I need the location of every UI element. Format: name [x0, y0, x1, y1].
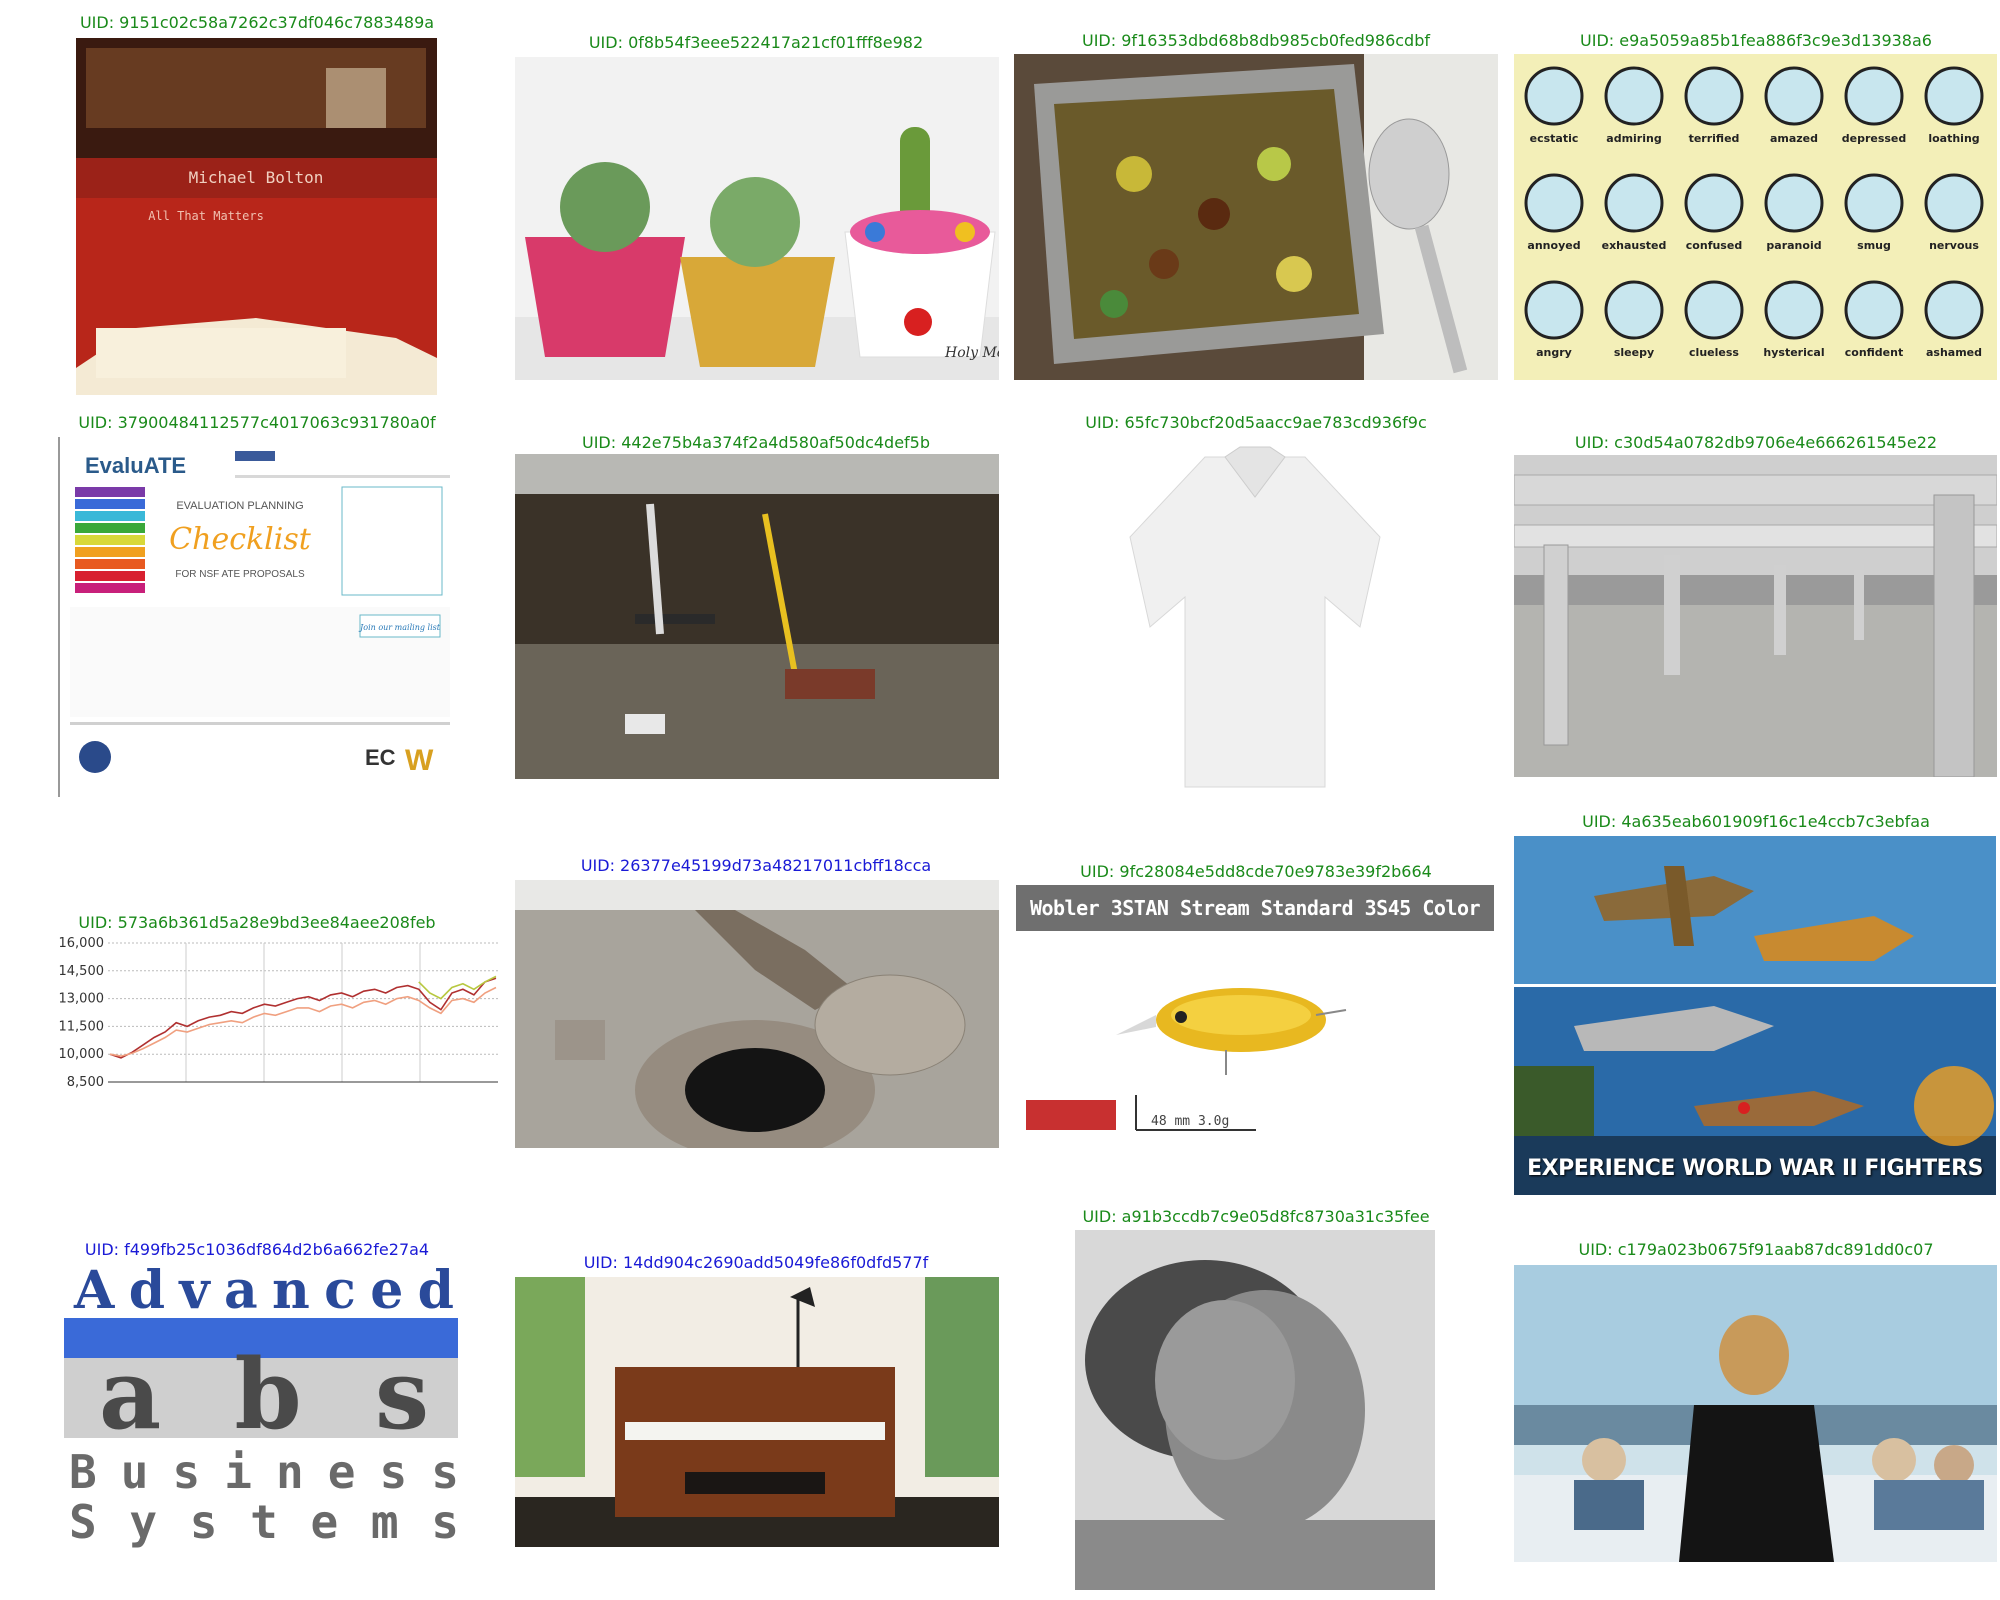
emotion-faces-image: ecstatic admiring terrified amazed depressed… — [1514, 54, 1997, 380]
logo-abs-text: abs — [99, 1338, 429, 1451]
emotion-face-icon — [1844, 173, 1904, 233]
emotion-face-icon — [1844, 280, 1904, 340]
emotion-face-icon — [1924, 280, 1984, 340]
pot-brand-text: Holy Molly — [944, 345, 999, 361]
wmu-logo-text: W — [405, 744, 434, 777]
emotion-label: exhausted — [1602, 239, 1667, 252]
emotion-label: nervous — [1929, 239, 1979, 252]
emotion-label: confused — [1686, 239, 1742, 252]
checklist-text: Checklist — [169, 522, 312, 557]
uid-label: UID: 9fc28084e5dd8cde70e9783e39f2b664 — [1080, 862, 1432, 881]
banner-headline: EXPERIENCE WORLD WAR II FIGHTERS — [1527, 1156, 1983, 1181]
succulent-pots-image: Holy Molly — [515, 57, 999, 380]
office-meeting-image — [1514, 1265, 1997, 1562]
album-artist-text: Michael Bolton — [189, 168, 324, 187]
uid-label: UID: 442e75b4a374f2a4d580af50dc4def5b — [581, 433, 931, 452]
uid-label: UID: 9151c02c58a7262c37df046c7883489a — [79, 13, 435, 32]
emotion-face-icon — [1524, 280, 1584, 340]
y-tick-label: 8,500 — [67, 1075, 104, 1090]
uid-label: UID: 26377e45199d73a48217011cbff18cca — [580, 856, 932, 875]
uid-label: UID: 37900484112577c4017063c931780a0f — [78, 413, 436, 432]
lure-size-text: 48 mm 3.0g — [1151, 1114, 1229, 1129]
emotion-face-icon — [1684, 173, 1744, 233]
evaluate-website-image: EvaluATE EVALUATION PLANNING Checklist F… — [58, 437, 455, 797]
emotion-face-icon — [1524, 173, 1584, 233]
ducted-hall-image — [1514, 455, 1997, 777]
uid-label: UID: 4a635eab601909f16c1e4ccb7c3ebfaa — [1582, 812, 1930, 831]
album-cover-image: Michael Bolton All That Matters — [76, 38, 437, 395]
drilling-site-image — [515, 454, 999, 779]
y-tick-label: 10,000 — [59, 1047, 105, 1062]
crayons-graphic — [75, 487, 145, 593]
series-line — [109, 977, 497, 1059]
emotion-face-icon — [1604, 173, 1664, 233]
emotion-label: sleepy — [1614, 346, 1654, 359]
emotion-label: depressed — [1842, 132, 1907, 145]
food-pan-image — [1014, 54, 1498, 380]
mailing-list-text: Join our mailing list — [358, 623, 441, 632]
uid-label: UID: a91b3ccdb7c9e05d8fc8730a31c35fee — [1082, 1207, 1430, 1226]
emotion-label: amazed — [1770, 132, 1818, 145]
piano-room-image — [515, 1277, 999, 1547]
uid-label: UID: 9f16353dbd68b8db985cb0fed986cdbf — [1082, 31, 1430, 50]
fishing-lure-image: Wobler 3STAN Stream Standard 3S45 Color … — [1016, 885, 1494, 1145]
emotion-label: confident — [1845, 346, 1904, 359]
emotion-face-icon — [1764, 173, 1824, 233]
white-polo-shirt-image — [1120, 437, 1390, 795]
emotion-face-icon — [1524, 66, 1584, 126]
uid-label: UID: f499fb25c1036df864d2b6a662fe27a4 — [84, 1240, 430, 1259]
y-tick-label: 14,500 — [59, 964, 105, 979]
emotion-face-icon — [1844, 66, 1904, 126]
emotion-face-icon — [1764, 280, 1824, 340]
emotion-label: angry — [1536, 346, 1572, 359]
warplane-banner-image: EXPERIENCE WORLD WAR II FIGHTERS — [1514, 836, 1996, 1195]
uid-label: UID: c179a023b0675f91aab87dc891dd0c07 — [1578, 1240, 1934, 1259]
emotion-face-icon — [1684, 280, 1744, 340]
emotion-face-icon — [1604, 280, 1664, 340]
emotion-label: admiring — [1606, 132, 1661, 145]
ec-logo-text: EC — [365, 745, 396, 770]
emotion-face-icon — [1924, 66, 1984, 126]
emotion-face-icon — [1764, 66, 1824, 126]
emotion-face-icon — [1604, 66, 1664, 126]
blurred-face-image — [1075, 1230, 1435, 1590]
emotion-face-icon — [1684, 66, 1744, 126]
y-tick-label: 13,000 — [59, 992, 105, 1007]
uid-label: UID: 14dd904c2690add5049fe86f0dfd577f — [583, 1253, 929, 1272]
emotion-label: ecstatic — [1530, 132, 1579, 145]
uid-label: UID: 65fc730bcf20d5aacc9ae783cd936f9c — [1085, 413, 1427, 432]
emotion-label: clueless — [1689, 346, 1739, 359]
emotion-label: smug — [1857, 239, 1891, 252]
uid-label: UID: 573a6b361d5a28e9bd3ee84aee208feb — [78, 913, 436, 932]
y-tick-label: 11,500 — [59, 1019, 105, 1034]
emotion-label: annoyed — [1527, 239, 1580, 252]
emotion-label: hysterical — [1763, 346, 1824, 359]
emotion-face-icon — [1924, 173, 1984, 233]
album-title-text: All That Matters — [148, 209, 264, 223]
uid-label: UID: c30d54a0782db9706e4e666261545e22 — [1574, 433, 1938, 452]
evaluate-logo-text: EvaluATE — [85, 453, 186, 478]
manhole-image — [515, 880, 999, 1148]
y-tick-label: 16,000 — [59, 936, 105, 951]
eval-heading-text: EVALUATION PLANNING — [176, 500, 303, 512]
abs-logo-image: Advanced abs Business Systems — [14, 1263, 458, 1553]
nsf-text: FOR NSF ATE PROPOSALS — [175, 569, 305, 580]
emotion-label: terrified — [1689, 132, 1740, 145]
uid-label: UID: e9a5059a85b1fea886f3c9e3d13938a6 — [1580, 31, 1932, 50]
series-line — [418, 975, 497, 1000]
emotion-label: loathing — [1928, 132, 1979, 145]
line-chart: 16,000 14,500 13,000 11,500 10,000 8,500 — [58, 935, 502, 1090]
emotion-label: ashamed — [1926, 346, 1982, 359]
emotion-label: paranoid — [1766, 239, 1821, 252]
uid-label: UID: 0f8b54f3eee522417a21cf01fff8e982 — [588, 33, 924, 52]
